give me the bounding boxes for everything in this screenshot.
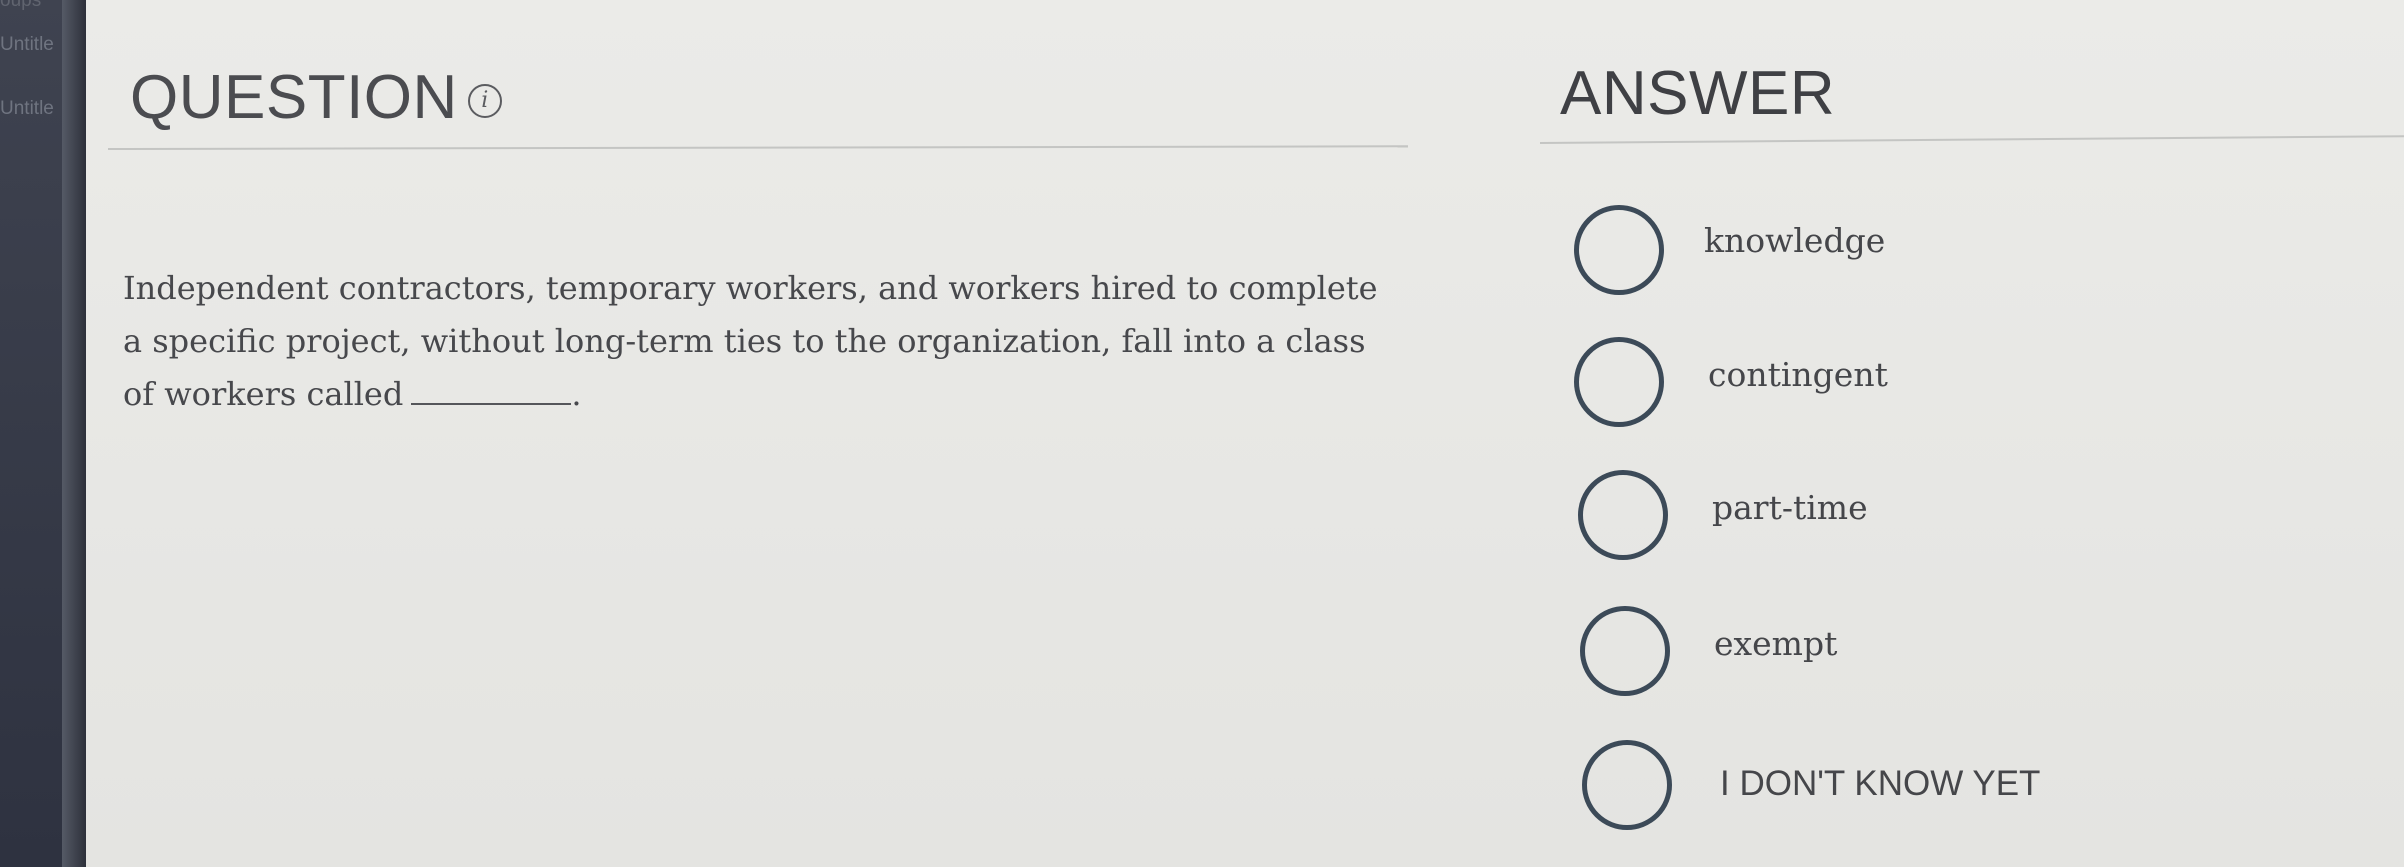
question-divider xyxy=(107,145,1408,150)
question-text: Independent contractors, temporary worke… xyxy=(123,262,1383,421)
question-header: QUESTION i xyxy=(130,62,502,133)
question-heading: QUESTION xyxy=(130,63,458,132)
answer-option-label[interactable]: contingent xyxy=(1708,355,1888,394)
quiz-page: oups Untitle Untitle QUESTION i Independ… xyxy=(0,0,2404,867)
answer-blank xyxy=(411,369,572,405)
radio-empty-icon[interactable] xyxy=(1574,205,1664,295)
answer-option-label[interactable]: knowledge xyxy=(1704,221,1885,260)
answer-divider xyxy=(1539,135,2404,144)
radio-empty-icon[interactable] xyxy=(1580,606,1670,696)
radio-empty-icon[interactable] xyxy=(1574,337,1664,427)
question-body: Independent contractors, temporary worke… xyxy=(123,269,1378,413)
answer-option-label[interactable]: exempt xyxy=(1714,624,1837,663)
answer-option-knowledge[interactable]: knowledge xyxy=(1574,205,1885,295)
answer-option-dont-know[interactable]: I DON'T KNOW YET xyxy=(1582,740,2040,830)
answer-heading: ANSWER xyxy=(1560,59,1836,128)
sidebar-edge xyxy=(62,0,86,867)
radio-empty-icon[interactable] xyxy=(1582,740,1672,830)
info-icon[interactable]: i xyxy=(467,83,502,118)
answer-option-contingent[interactable]: contingent xyxy=(1574,337,1888,427)
answer-option-label[interactable]: I DON'T KNOW YET xyxy=(1720,764,2040,804)
question-end-punctuation: . xyxy=(571,375,582,413)
answer-option-exempt[interactable]: exempt xyxy=(1580,606,1837,696)
radio-empty-icon[interactable] xyxy=(1578,470,1668,560)
answer-option-label[interactable]: part-time xyxy=(1712,488,1868,527)
answer-option-part-time[interactable]: part-time xyxy=(1578,470,1868,560)
